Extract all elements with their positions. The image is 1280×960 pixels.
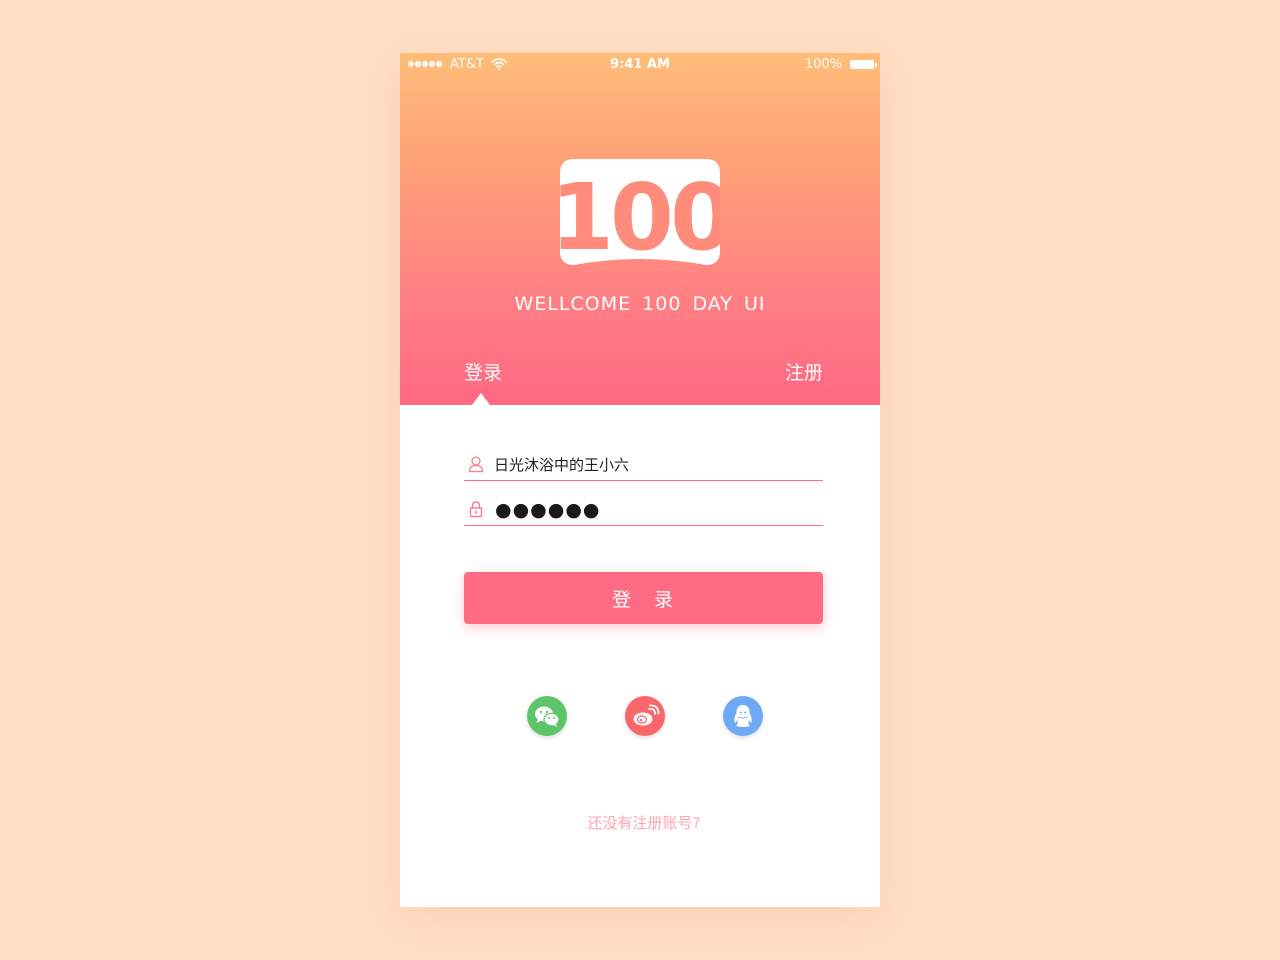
password-input[interactable]: ●●●●●● [495, 498, 600, 522]
wechat-icon [535, 706, 560, 727]
active-tab-indicator [472, 393, 490, 405]
username-field[interactable] [464, 450, 823, 481]
qq-icon [734, 705, 752, 727]
battery-icon [850, 60, 877, 69]
wechat-login-button[interactable] [527, 696, 567, 736]
logo-text: 100 [560, 164, 720, 265]
header-gradient: AT&T 9:41 AM 100% 100 WELLCOME 100 DAY U… [400, 53, 880, 405]
status-bar: AT&T 9:41 AM 100% [400, 53, 880, 77]
weibo-login-button[interactable] [625, 696, 665, 736]
password-field[interactable]: ●●●●●● [464, 495, 823, 526]
tab-register[interactable]: 注册 [785, 361, 823, 385]
qq-login-button[interactable] [723, 696, 763, 736]
no-account-register-link[interactable]: 还没有注册账号? [400, 812, 880, 833]
weibo-icon [633, 704, 660, 726]
phone-screen: AT&T 9:41 AM 100% 100 WELLCOME 100 DAY U… [400, 53, 880, 907]
lock-icon [469, 501, 483, 518]
user-icon [468, 456, 484, 473]
username-input[interactable] [494, 450, 814, 478]
battery-percent: 100% [804, 57, 842, 72]
app-logo: 100 [560, 159, 720, 265]
login-button[interactable]: 登 录 [464, 572, 823, 624]
tab-login[interactable]: 登录 [464, 361, 502, 385]
welcome-title: WELLCOME 100 DAY UI [514, 293, 766, 315]
